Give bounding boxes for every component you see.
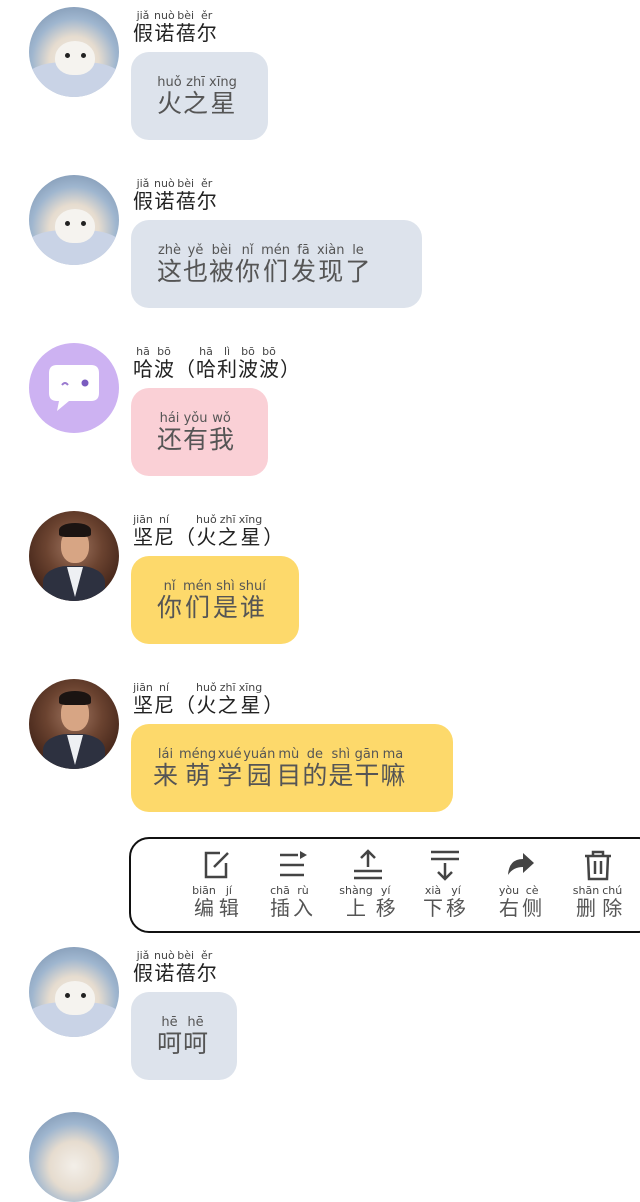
avatar[interactable] (29, 511, 119, 601)
message-bubble[interactable]: nǐ 你 mén 们 shì 是 shuí 谁 (131, 556, 299, 644)
insert-button[interactable]: chā 插 rù 入 (257, 847, 327, 927)
delete-button[interactable]: shān 删 chú 除 (563, 847, 633, 927)
move-down-icon (431, 850, 459, 881)
avatar[interactable] (29, 175, 119, 265)
message-bubble[interactable]: hē 呵 hē 呵 (131, 992, 237, 1080)
speaker-name: jiān 坚 ní 尼 （ huǒ 火 zhī 之 xīng 星 ） (133, 513, 284, 549)
message-bubble[interactable]: lái 来 méng 萌 xué 学 yuán 园 mù 目 de 的 shì 是 gān 干 … (131, 724, 453, 812)
avatar[interactable] (29, 7, 119, 97)
move-up-icon (354, 849, 382, 880)
avatar[interactable] (29, 343, 119, 433)
move-up-button[interactable]: shàng 上 yí 移 (333, 847, 403, 927)
message-bubble[interactable]: huǒ 火 zhī 之 xīng 星 (131, 52, 268, 140)
message-bubble[interactable]: zhè 这 yě 也 bèi 被 nǐ 你 mén 们 fā 发 xiàn 现 le 了 (131, 220, 422, 308)
move-down-button[interactable]: xià 下 yí 移 (410, 847, 480, 927)
avatar[interactable] (29, 947, 119, 1037)
edit-icon (204, 851, 229, 879)
right-side-button[interactable]: yòu 右 cè 侧 (486, 847, 556, 927)
chat-bubble-icon (49, 365, 99, 411)
speaker-name: jiǎ 假 nuò 诺 bèi 蓓 ěr 尔 (133, 949, 217, 985)
speaker-name: jiǎ 假 nuò 诺 bèi 蓓 ěr 尔 (133, 9, 217, 45)
avatar[interactable] (29, 1112, 119, 1202)
speaker-name: hā 哈 bō 波 （ hā 哈 lì 利 bō 波 bō 波 ） (133, 345, 300, 381)
speaker-name: jiān 坚 ní 尼 （ huǒ 火 zhī 之 xīng 星 ） (133, 681, 284, 717)
insert-icon (280, 851, 307, 877)
delete-icon (585, 850, 611, 881)
message-bubble[interactable]: hái 还 yǒu 有 wǒ 我 (131, 388, 268, 476)
edit-button[interactable]: biān 编 jí 辑 (181, 847, 251, 927)
avatar[interactable] (29, 679, 119, 769)
message-action-toolbar: biān 编 jí 辑 chā 插 rù 入 shàng 上 yí 移 xià 下 yí 移 y… (129, 837, 640, 933)
right-side-icon (508, 853, 534, 875)
speaker-name: jiǎ 假 nuò 诺 bèi 蓓 ěr 尔 (133, 177, 217, 213)
